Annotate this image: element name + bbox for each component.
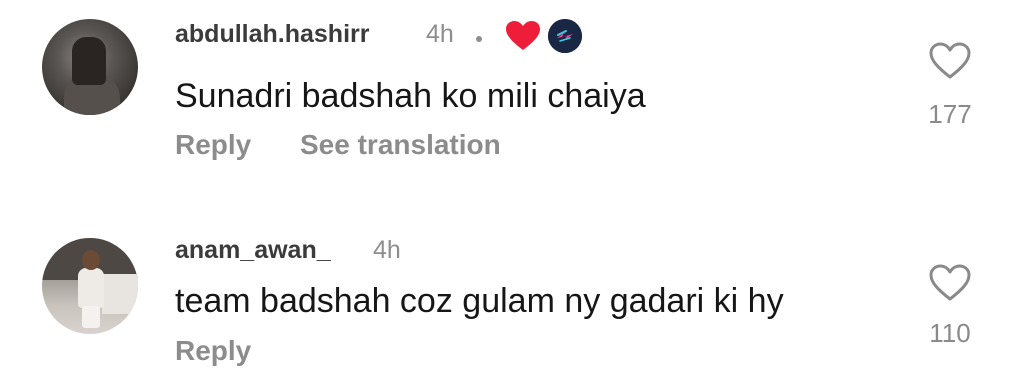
avatar[interactable]	[42, 238, 138, 334]
like-count: 110	[929, 318, 971, 348]
separator-dot	[476, 36, 482, 42]
reply-button[interactable]: Reply	[175, 129, 251, 161]
reply-button[interactable]: Reply	[175, 335, 251, 367]
comment-timestamp: 4h	[426, 20, 454, 48]
creator-badge-icon	[548, 19, 582, 53]
red-heart-icon	[506, 21, 540, 50]
see-translation-button[interactable]: See translation	[300, 129, 501, 161]
like-heart-icon[interactable]	[929, 264, 971, 302]
comment-username[interactable]: abdullah.hashirr	[175, 20, 369, 49]
avatar[interactable]	[42, 19, 138, 115]
like-heart-icon[interactable]	[929, 42, 971, 80]
comment-timestamp: 4h	[373, 236, 401, 264]
comment-username[interactable]: anam_awan_	[175, 236, 331, 265]
comment-text: Sunadri badshah ko mili chaiya	[175, 77, 646, 115]
comment-text: team badshah coz gulam ny gadari ki hy	[175, 282, 784, 320]
like-count: 177	[928, 99, 972, 129]
